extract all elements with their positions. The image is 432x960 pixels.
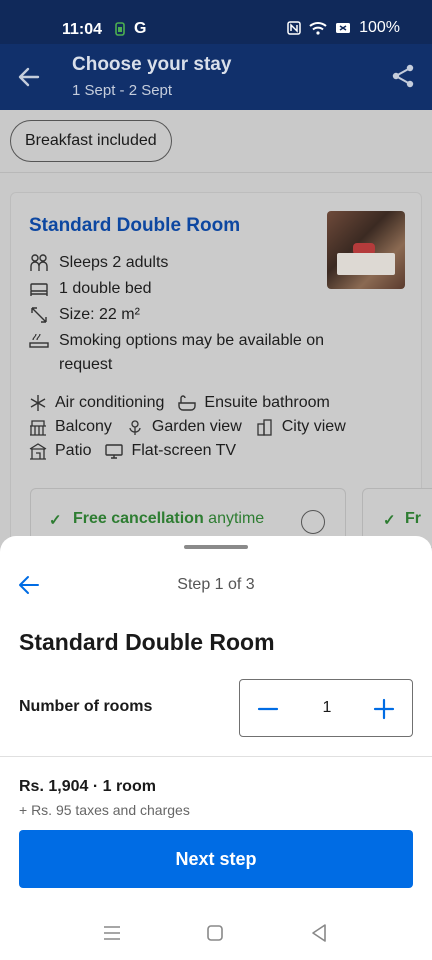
feature-bed: 1 double bed bbox=[29, 277, 329, 301]
divider bbox=[0, 756, 432, 757]
snowflake-icon bbox=[30, 395, 46, 411]
divider bbox=[0, 172, 432, 173]
rooms-label: Number of rooms bbox=[19, 698, 153, 715]
check-icon: ✓ bbox=[383, 512, 396, 529]
recent-apps-icon[interactable] bbox=[102, 924, 122, 942]
feature-sleeps: Sleeps 2 adults bbox=[29, 251, 329, 275]
amenity-garden-view: Garden view bbox=[126, 418, 242, 436]
price-summary: Rs. 1,904 · 1 room bbox=[19, 778, 156, 795]
sheet-drag-handle[interactable] bbox=[184, 545, 248, 549]
status-time: 11:04 bbox=[62, 21, 103, 38]
battery-level: 100% bbox=[359, 19, 400, 36]
room-selection-sheet: Step 1 of 3 Standard Double Room Number … bbox=[0, 536, 432, 960]
feature-smoking: Smoking options may be available on requ… bbox=[29, 329, 329, 377]
rooms-stepper: 1 bbox=[239, 679, 413, 737]
room-title[interactable]: Standard Double Room bbox=[29, 215, 240, 237]
balcony-icon bbox=[30, 420, 46, 436]
minus-icon[interactable] bbox=[252, 694, 284, 724]
app-notification-icon bbox=[115, 22, 125, 36]
bathtub-icon bbox=[178, 395, 197, 411]
room-amenities: Air conditioning Ensuite bathroom Balcon… bbox=[29, 391, 409, 463]
flower-icon bbox=[129, 420, 141, 435]
amenity-patio: Patio bbox=[29, 442, 91, 460]
filter-chip-breakfast[interactable]: Breakfast included bbox=[10, 120, 172, 162]
nav-back-icon[interactable] bbox=[310, 923, 328, 943]
back-arrow-icon[interactable] bbox=[16, 64, 42, 90]
city-icon bbox=[257, 419, 272, 436]
stay-dates: 1 Sept - 2 Sept bbox=[72, 82, 173, 99]
check-icon: ✓ bbox=[49, 512, 62, 529]
room-photo[interactable] bbox=[327, 211, 405, 289]
room-features: Sleeps 2 adults 1 double bed Size: 22 m²… bbox=[29, 251, 329, 379]
wifi-icon bbox=[309, 22, 327, 35]
tv-icon bbox=[105, 444, 124, 459]
next-step-button[interactable]: Next step bbox=[19, 830, 413, 888]
taxes-charges: + Rs. 95 taxes and charges bbox=[19, 802, 190, 818]
home-icon[interactable] bbox=[206, 924, 224, 942]
feature-size: Size: 22 m² bbox=[29, 303, 329, 327]
people-icon bbox=[30, 254, 48, 271]
policy-radio[interactable] bbox=[301, 510, 325, 534]
bed-icon bbox=[30, 283, 48, 296]
rooms-quantity: 1 bbox=[322, 699, 332, 716]
patio-icon bbox=[29, 443, 47, 460]
amenity-city-view: City view bbox=[256, 418, 346, 436]
share-icon[interactable] bbox=[390, 63, 416, 89]
google-icon: G bbox=[134, 20, 147, 37]
amenity-row: Balcony Garden view City view bbox=[29, 415, 409, 439]
amenity-bathroom: Ensuite bathroom bbox=[178, 394, 330, 412]
amenity-balcony: Balcony bbox=[29, 418, 112, 436]
app-bar: Choose your stay 1 Sept - 2 Sept bbox=[0, 44, 432, 110]
nfc-icon bbox=[287, 21, 301, 35]
page-title: Choose your stay bbox=[72, 54, 232, 75]
size-icon bbox=[31, 307, 47, 323]
plus-icon[interactable] bbox=[368, 694, 400, 724]
battery-saver-icon bbox=[336, 23, 351, 33]
amenity-tv: Flat-screen TV bbox=[105, 442, 236, 460]
amenity-row: Patio Flat-screen TV bbox=[29, 439, 409, 463]
amenity-ac: Air conditioning bbox=[29, 394, 164, 412]
amenity-row: Air conditioning Ensuite bathroom bbox=[29, 391, 409, 415]
smoking-icon bbox=[29, 333, 49, 348]
sheet-title: Standard Double Room bbox=[19, 629, 275, 655]
step-indicator: Step 1 of 3 bbox=[177, 576, 255, 593]
status-bar: 11:04 G 100% bbox=[0, 0, 432, 44]
system-nav-bar bbox=[0, 904, 432, 960]
